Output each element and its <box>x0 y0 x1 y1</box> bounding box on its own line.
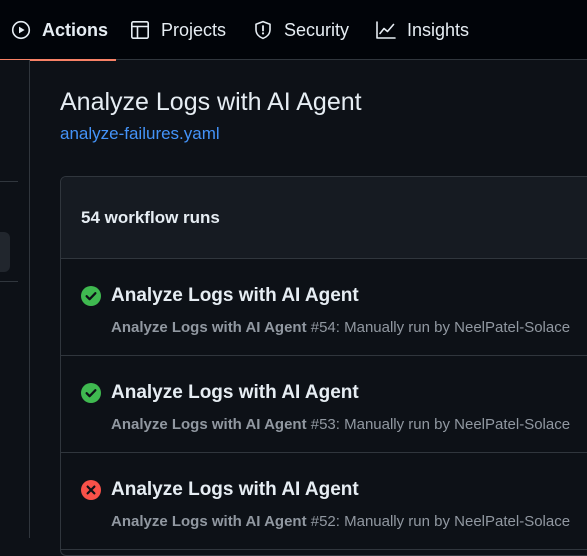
check-circle-icon <box>81 286 101 306</box>
run-title[interactable]: Analyze Logs with AI Agent <box>111 382 359 404</box>
run-workflow-name: Analyze Logs with AI Agent <box>111 416 307 433</box>
run-meta: Analyze Logs with AI Agent #53: Manually… <box>111 416 570 433</box>
graph-icon <box>375 19 397 41</box>
tab-insights[interactable]: Insights <box>375 0 469 60</box>
tab-label: Projects <box>161 19 227 40</box>
run-detail: #53: Manually run by NeelPatel-Solace <box>306 416 571 433</box>
workflow-file-link[interactable]: analyze-failures.yaml <box>60 124 220 144</box>
run-row[interactable]: Analyze Logs with AI Agent Analyze Logs … <box>61 259 587 356</box>
x-circle-icon <box>81 480 101 500</box>
tab-projects[interactable]: Projects <box>129 0 226 60</box>
run-detail: #54: Manually run by NeelPatel-Solace <box>306 319 571 336</box>
check-circle-icon <box>81 383 101 403</box>
runs-header: 54 workflow runs <box>61 177 587 259</box>
run-row[interactable]: Analyze Logs with AI Agent Analyze Logs … <box>61 356 587 453</box>
tab-label: Insights <box>407 19 470 40</box>
run-title[interactable]: Analyze Logs with AI Agent <box>111 479 359 501</box>
tab-label: Actions <box>42 19 109 40</box>
run-row[interactable]: Analyze Logs with AI Agent Analyze Logs … <box>61 453 587 550</box>
tab-security[interactable]: Security <box>252 0 349 60</box>
workflows-sidebar <box>0 60 30 538</box>
run-meta: Analyze Logs with AI Agent #52: Manually… <box>111 513 570 530</box>
run-meta: Analyze Logs with AI Agent #54: Manually… <box>111 319 570 336</box>
run-workflow-name: Analyze Logs with AI Agent <box>111 319 307 336</box>
run-workflow-name: Analyze Logs with AI Agent <box>111 513 307 530</box>
page-title: Analyze Logs with AI Agent <box>60 88 362 116</box>
runs-count: 54 workflow runs <box>81 207 220 227</box>
tab-actions[interactable]: Actions <box>0 0 117 61</box>
run-title[interactable]: Analyze Logs with AI Agent <box>111 285 359 307</box>
repo-nav: Actions Projects Security Insights <box>0 0 587 61</box>
table-icon <box>129 19 151 41</box>
shield-icon <box>252 19 274 41</box>
workflow-runs-list: 54 workflow runs Analyze Logs with AI Ag… <box>60 176 587 556</box>
run-detail: #52: Manually run by NeelPatel-Solace <box>306 513 571 530</box>
sidebar-item-selected[interactable] <box>0 232 10 272</box>
tab-label: Security <box>284 19 350 40</box>
sidebar-divider <box>0 281 18 282</box>
sidebar-divider <box>0 181 18 182</box>
play-circle-icon <box>10 19 32 41</box>
